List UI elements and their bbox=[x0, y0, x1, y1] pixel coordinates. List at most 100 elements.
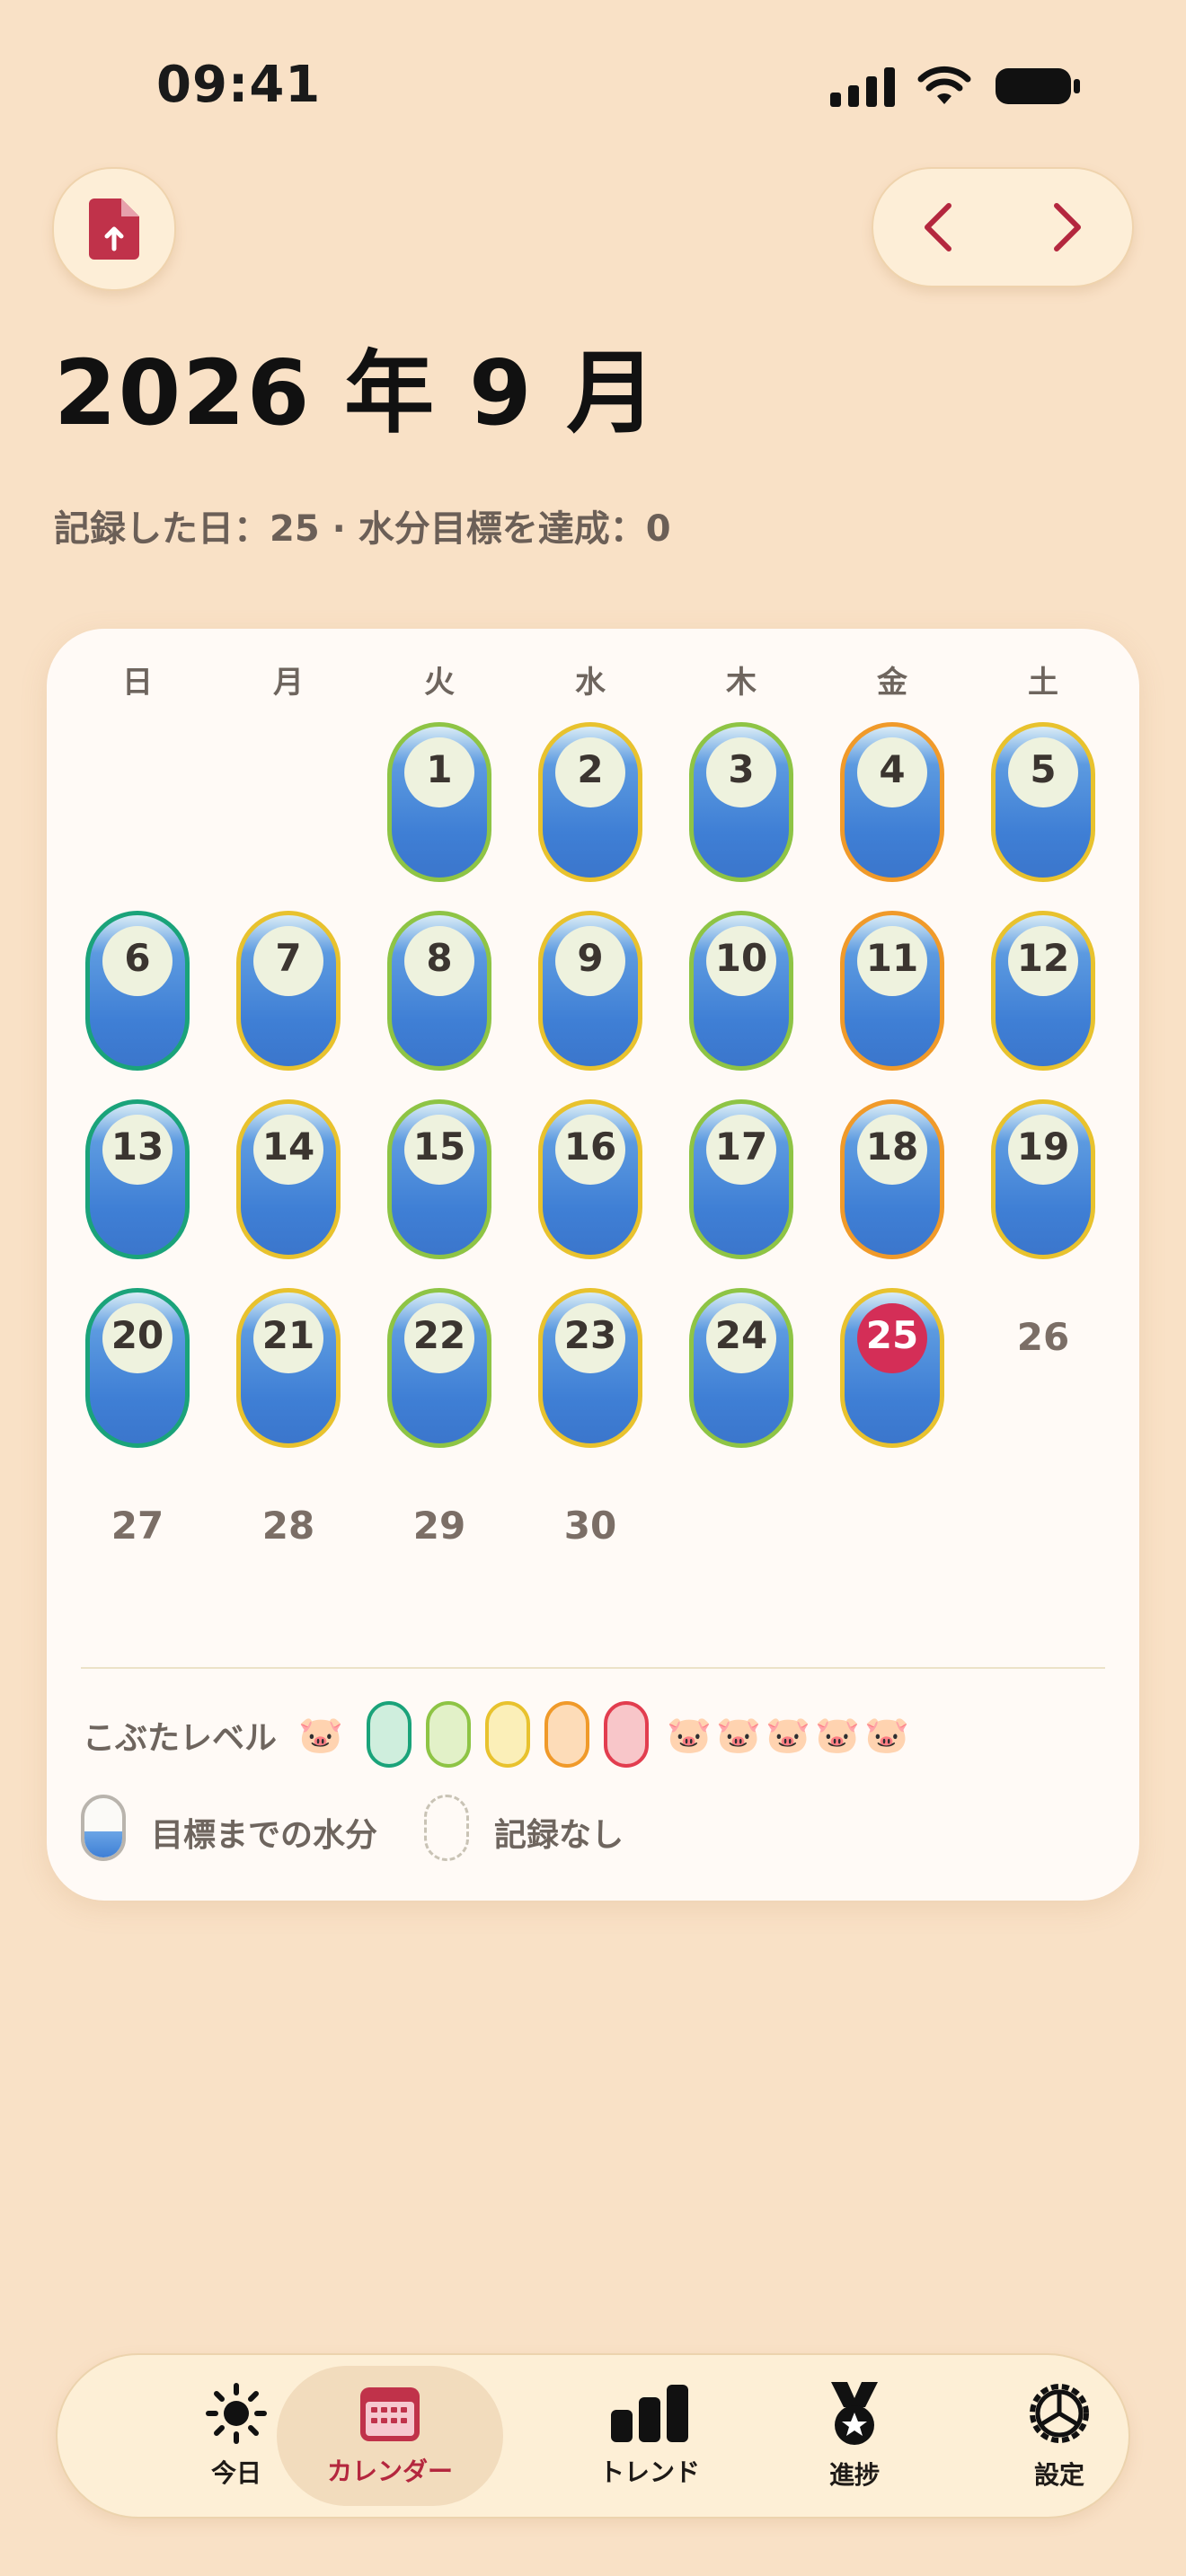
tab-bar: 今日 カレンダー トレンド 進捗 設定 bbox=[56, 2353, 1130, 2519]
day-number: 9 bbox=[577, 936, 604, 980]
tab-calendar[interactable]: カレンダー bbox=[277, 2366, 503, 2506]
pig-icon: 🐷 bbox=[716, 1715, 761, 1756]
calendar-day[interactable]: 1 bbox=[387, 722, 491, 882]
day-number: 21 bbox=[261, 1313, 315, 1357]
day-number: 1 bbox=[426, 747, 453, 791]
calendar-day[interactable]: 20 bbox=[85, 1288, 190, 1448]
calendar-card: 日月火水木金土 1 2 3 4 5 6 7 8 9 10 11 12 13 14 15 16 17 18 19 20 2… bbox=[47, 629, 1139, 1901]
calendar-day[interactable]: 12 bbox=[991, 911, 1095, 1071]
water-level-pill bbox=[236, 1099, 341, 1259]
level-legend-label: こぶたレベル bbox=[83, 1720, 278, 1757]
sun-icon bbox=[206, 2383, 267, 2444]
level-swatch bbox=[485, 1701, 530, 1768]
battery-icon bbox=[996, 68, 1080, 104]
pig-icon: 🐷 bbox=[815, 1715, 860, 1756]
calendar-day[interactable]: 16 bbox=[538, 1099, 642, 1259]
calendar-day[interactable]: 11 bbox=[840, 911, 944, 1071]
water-level-pill bbox=[387, 722, 491, 882]
day-number: 23 bbox=[563, 1313, 617, 1357]
water-legend-label: 目標までの水分 bbox=[151, 1817, 378, 1854]
water-level-pill bbox=[689, 722, 793, 882]
no-record-icon bbox=[424, 1795, 469, 1861]
tab-settings[interactable]: 設定 bbox=[956, 2355, 1163, 2517]
calendar-day[interactable]: 13 bbox=[85, 1099, 190, 1259]
water-level-pill bbox=[538, 722, 642, 882]
weekday-label: 金 bbox=[877, 665, 907, 701]
tab-label: カレンダー bbox=[326, 2457, 453, 2486]
calendar-day-empty[interactable]: 27 bbox=[85, 1504, 190, 1548]
tab-progress[interactable]: 進捗 bbox=[751, 2355, 958, 2517]
water-level-pill bbox=[991, 1099, 1095, 1259]
water-level-pill bbox=[387, 1288, 491, 1448]
tab-label: トレンド bbox=[598, 2457, 700, 2487]
calendar-day[interactable]: 19 bbox=[991, 1099, 1095, 1259]
calendar-day[interactable]: 21 bbox=[236, 1288, 341, 1448]
status-icons bbox=[830, 65, 1082, 108]
day-number: 11 bbox=[865, 936, 919, 980]
tab-label: 設定 bbox=[1033, 2460, 1084, 2490]
water-level-pill bbox=[840, 1288, 944, 1448]
level-swatch bbox=[426, 1701, 471, 1768]
day-number: 19 bbox=[1016, 1125, 1070, 1169]
water-level-pill bbox=[840, 1099, 944, 1259]
calendar-day-empty[interactable]: 26 bbox=[991, 1315, 1095, 1359]
tab-trends[interactable]: トレンド bbox=[546, 2355, 753, 2517]
next-month-button[interactable] bbox=[1031, 191, 1103, 263]
calendar-day[interactable]: 23 bbox=[538, 1288, 642, 1448]
calendar-day[interactable]: 15 bbox=[387, 1099, 491, 1259]
month-nav bbox=[872, 167, 1134, 287]
previous-month-button[interactable] bbox=[902, 191, 974, 263]
day-number: 14 bbox=[261, 1125, 315, 1169]
water-level-pill bbox=[236, 1288, 341, 1448]
tab-label: 進捗 bbox=[828, 2460, 880, 2490]
calendar-day[interactable]: 18 bbox=[840, 1099, 944, 1259]
weekday-label: 土 bbox=[1028, 665, 1058, 701]
calendar-day[interactable]: 2 bbox=[538, 722, 642, 882]
file-upload-icon bbox=[89, 198, 139, 260]
calendar-day-empty[interactable]: 30 bbox=[538, 1504, 642, 1548]
day-number: 10 bbox=[714, 936, 768, 980]
calendar-day[interactable]: 10 bbox=[689, 911, 793, 1071]
weekday-label: 火 bbox=[424, 665, 455, 701]
calendar-day-empty[interactable]: 28 bbox=[236, 1504, 341, 1548]
water-level-pill bbox=[387, 911, 491, 1071]
water-level-pill bbox=[689, 1288, 793, 1448]
settings-icon bbox=[1030, 2384, 1089, 2443]
day-number: 18 bbox=[865, 1125, 919, 1169]
page-title: 2026 年 9 月 bbox=[54, 340, 659, 446]
water-level-pill bbox=[538, 911, 642, 1071]
calendar-day[interactable]: 24 bbox=[689, 1288, 793, 1448]
water-level-pill bbox=[538, 1288, 642, 1448]
cellular-signal-icon bbox=[830, 66, 895, 107]
water-level-pill bbox=[236, 911, 341, 1071]
day-number: 3 bbox=[728, 747, 755, 791]
calendar-day-today[interactable]: 25 bbox=[840, 1288, 944, 1448]
day-number: 25 bbox=[865, 1313, 919, 1357]
calendar-day[interactable]: 9 bbox=[538, 911, 642, 1071]
day-number: 13 bbox=[111, 1125, 164, 1169]
water-level-pill bbox=[538, 1099, 642, 1259]
water-level-pill bbox=[991, 722, 1095, 882]
calendar-day[interactable]: 5 bbox=[991, 722, 1095, 882]
weekday-label: 日 bbox=[122, 665, 153, 701]
water-level-pill bbox=[840, 722, 944, 882]
day-number: 2 bbox=[577, 747, 604, 791]
bar-chart-icon bbox=[611, 2385, 688, 2442]
weekday-label: 水 bbox=[575, 665, 606, 701]
calendar-day[interactable]: 14 bbox=[236, 1099, 341, 1259]
calendar-day[interactable]: 8 bbox=[387, 911, 491, 1071]
tab-label: 今日 bbox=[210, 2458, 261, 2488]
calendar-day[interactable]: 7 bbox=[236, 911, 341, 1071]
calendar-day[interactable]: 22 bbox=[387, 1288, 491, 1448]
export-button[interactable] bbox=[52, 167, 176, 291]
weekday-label: 月 bbox=[273, 665, 304, 701]
calendar-day[interactable]: 6 bbox=[85, 911, 190, 1071]
calendar-icon bbox=[360, 2387, 420, 2441]
water-level-pill bbox=[85, 1288, 190, 1448]
calendar-day[interactable]: 17 bbox=[689, 1099, 793, 1259]
water-level-pill bbox=[689, 1099, 793, 1259]
calendar-day[interactable]: 4 bbox=[840, 722, 944, 882]
day-number: 16 bbox=[563, 1125, 617, 1169]
calendar-day-empty[interactable]: 29 bbox=[387, 1504, 491, 1548]
calendar-day[interactable]: 3 bbox=[689, 722, 793, 882]
